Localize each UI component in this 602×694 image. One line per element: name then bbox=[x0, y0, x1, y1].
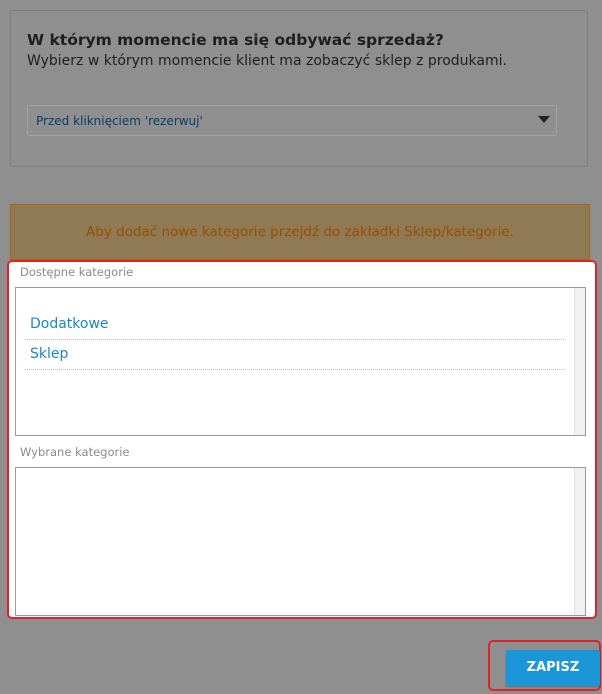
category-label: Dodatkowe bbox=[30, 316, 109, 332]
category-label: Sklep bbox=[30, 346, 69, 362]
sale-timing-title: W którym momencie ma się odbywać sprzeda… bbox=[27, 31, 444, 49]
available-categories-list[interactable]: Dodatkowe Sklep bbox=[15, 287, 586, 436]
selected-categories-label: Wybrane kategorie bbox=[20, 445, 130, 459]
sale-timing-card: W którym momencie ma się odbywać sprzeda… bbox=[10, 10, 588, 167]
categories-notice-text: Aby dodać nowe kategorie przejdź do zakł… bbox=[86, 224, 514, 240]
categories-section: Dostępne kategorie Dodatkowe Sklep Wybra… bbox=[7, 260, 597, 619]
list-item[interactable]: Sklep bbox=[25, 340, 564, 370]
available-list-scrollbar[interactable] bbox=[574, 288, 585, 435]
sale-timing-subtitle: Wybierz w którym momencie klient ma zoba… bbox=[27, 53, 507, 69]
categories-notice: Aby dodać nowe kategorie przejdź do zakł… bbox=[10, 204, 590, 260]
caret-down-icon bbox=[538, 116, 550, 123]
selected-categories-list[interactable] bbox=[15, 467, 586, 616]
save-button[interactable]: ZAPISZ bbox=[506, 650, 600, 686]
sale-timing-selected-value: Przed kliknięciem 'rezerwuj' bbox=[36, 114, 203, 128]
available-categories-label: Dostępne kategorie bbox=[20, 265, 134, 279]
list-item[interactable]: Dodatkowe bbox=[25, 310, 564, 340]
selected-list-scrollbar[interactable] bbox=[574, 468, 585, 615]
sale-timing-select[interactable]: Przed kliknięciem 'rezerwuj' bbox=[27, 105, 557, 136]
